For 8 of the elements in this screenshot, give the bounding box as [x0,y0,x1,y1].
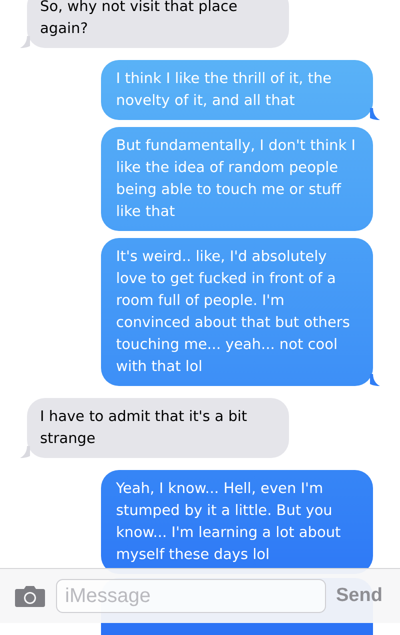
message-field[interactable]: iMessage [56,579,326,613]
sent-message-bubble: I think I like the thrill of it, the novelty of it, and all that [101,60,373,120]
received-message-bubble: So, why not visit that place again? [27,0,289,48]
send-button[interactable]: Send [336,582,382,610]
sent-message-bubble: But fundamentally, I don't think I like the idea of random people being able to touch me or stuff like that [101,127,373,231]
sent-message-bubble: It's weird.. like, I'd absolutely love to get fucked in front of a room full of people. I'm convinced about that but others touching me... yeah... not cool with that lol [101,238,373,386]
received-message-bubble: I have to admit that it's a bit strange [27,398,289,458]
camera-icon[interactable] [14,584,46,608]
